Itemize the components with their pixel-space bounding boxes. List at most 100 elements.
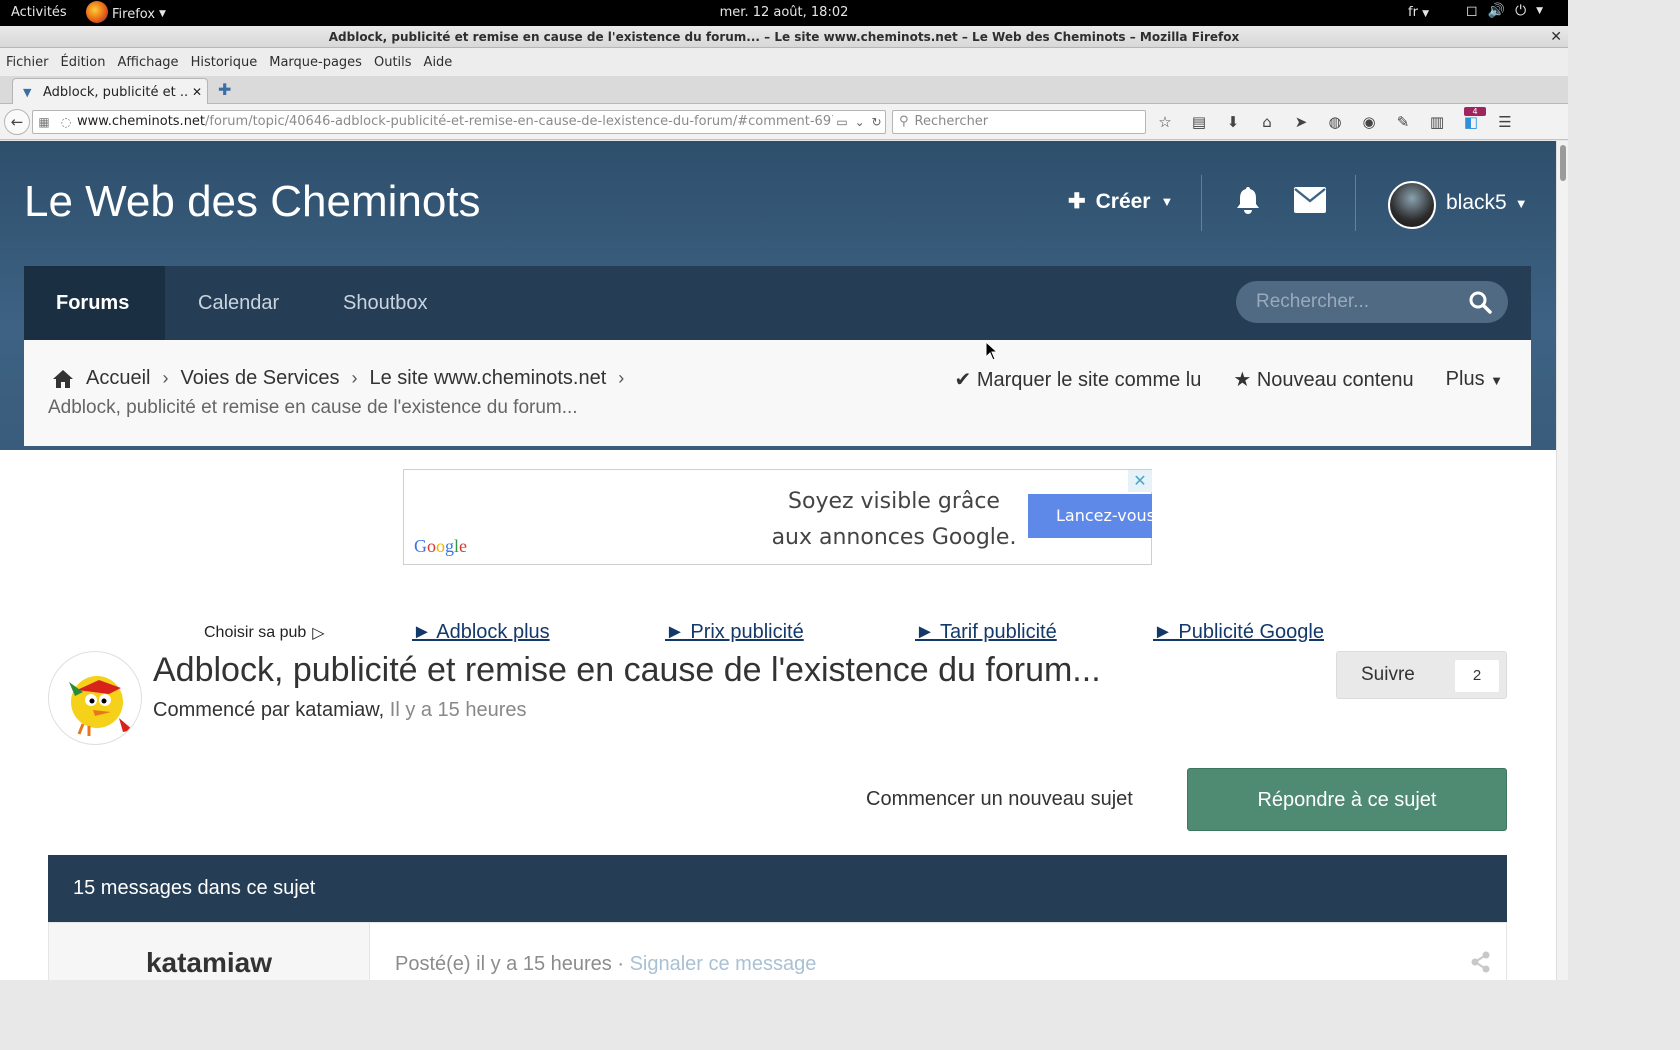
window-icon: ◻	[1466, 3, 1478, 19]
topic-meta: Commencé par katamiaw, Il y a 15 heures	[153, 699, 527, 722]
mail-icon[interactable]	[1294, 187, 1326, 213]
ad-link-tarif[interactable]: ► Tarif publicité	[915, 621, 1057, 644]
activities-button[interactable]: Activités	[11, 5, 67, 20]
language-indicator[interactable]: fr ▼	[1408, 5, 1429, 20]
window-titlebar: Adblock, publicité et remise en cause de…	[0, 26, 1568, 48]
menu-tools[interactable]: Outils	[368, 55, 418, 70]
bookmark-star-icon[interactable]: ☆	[1154, 113, 1176, 131]
system-top-bar: Activités Firefox ▼ mer. 12 août, 18:02 …	[0, 0, 1568, 26]
create-button[interactable]: ✚ Créer ▼	[1068, 189, 1173, 214]
reader-icon[interactable]: ▭	[836, 111, 847, 133]
volume-icon: 🔊	[1487, 3, 1506, 19]
new-tab-button[interactable]: ✚	[218, 80, 231, 99]
google-ad[interactable]: Soyez visible grâce aux annonces Google.…	[403, 469, 1152, 565]
menu-bookmarks[interactable]: Marque-pages	[263, 55, 368, 70]
breadcrumb: Accueil › Voies de Services › Le site ww…	[24, 340, 1531, 446]
chevron-down-icon: ▼	[159, 9, 166, 19]
clock[interactable]: mer. 12 août, 18:02	[0, 5, 1568, 20]
report-link[interactable]: Signaler ce message	[630, 953, 817, 975]
create-label: Créer	[1095, 189, 1151, 213]
notification-badge: 4	[1464, 107, 1486, 116]
menu-edit[interactable]: Édition	[55, 55, 112, 70]
post-author[interactable]: katamiaw	[49, 923, 370, 980]
ad-link-prix[interactable]: ► Prix publicité	[665, 621, 804, 644]
system-tray[interactable]: ◻ 🔊 ⏻ ▼	[1466, 3, 1543, 19]
ad-link-google[interactable]: ► Publicité Google	[1153, 621, 1324, 644]
notification-icon[interactable]: ◧ 4	[1460, 107, 1486, 131]
post-meta: Posté(e) il y a 15 heures · Signaler ce …	[395, 953, 816, 976]
browser-tab[interactable]: ▼ Adblock, publicité et ... ✕	[12, 78, 208, 105]
window-close-icon[interactable]: ✕	[1550, 26, 1562, 48]
post: katamiaw Posté(e) il y a 15 heures · Sig…	[48, 922, 1507, 980]
app-menu[interactable]: Firefox ▼	[86, 1, 166, 23]
breadcrumb-current: Adblock, publicité et remise en cause de…	[48, 397, 578, 418]
dropdown-icon[interactable]: ⌄	[855, 111, 865, 133]
search-icon[interactable]	[1468, 290, 1492, 314]
username: black5	[1446, 191, 1507, 214]
bird-avatar-icon	[69, 676, 133, 736]
site-search-input[interactable]: Rechercher...	[1236, 281, 1508, 323]
breadcrumb-home[interactable]: Accueil	[86, 367, 150, 390]
chat-icon[interactable]: ◉	[1358, 113, 1380, 131]
breadcrumb-site[interactable]: Le site www.cheminots.net	[369, 367, 606, 390]
search-placeholder: Rechercher	[914, 114, 989, 129]
new-content-button[interactable]: ★ Nouveau contenu	[1233, 367, 1413, 392]
menu-view[interactable]: Affichage	[111, 55, 184, 70]
topic-author[interactable]: Commencé par katamiaw,	[153, 699, 384, 721]
topic-time: Il y a 15 heures	[389, 699, 527, 721]
url-actions: ▭ ⌄ ↻	[833, 111, 885, 133]
page-scrollbar[interactable]	[1556, 141, 1568, 980]
mark-read-button[interactable]: ✔ Marquer le site comme lu	[955, 367, 1202, 392]
toolbar-icons: ☆ ▤ ⬇ ⌂ ➤ ◍ ◉ ✎ ▥ ◧ 4 ☰	[1154, 107, 1516, 131]
follow-label: Suivre	[1361, 664, 1415, 685]
ad-close-icon[interactable]: ✕	[1128, 470, 1152, 492]
url-text[interactable]: www.cheminots.net/forum/topic/40646-adbl…	[77, 111, 833, 133]
user-avatar[interactable]	[1388, 181, 1436, 229]
author-avatar[interactable]	[48, 651, 142, 745]
scrollbar-thumb[interactable]	[1560, 145, 1566, 181]
identity-icon[interactable]: ▦	[33, 111, 55, 133]
tab-shoutbox[interactable]: Shoutbox	[343, 266, 428, 340]
ad-line-1: Soyez visible grâce	[788, 489, 1000, 514]
send-icon[interactable]: ➤	[1290, 113, 1312, 131]
menu-bar: Fichier Édition Affichage Historique Mar…	[0, 48, 1568, 76]
menu-help[interactable]: Aide	[418, 55, 459, 70]
tab-calendar[interactable]: Calendar	[198, 266, 279, 340]
new-topic-button[interactable]: Commencer un nouveau sujet	[866, 788, 1133, 811]
site-favicon: ▼	[23, 86, 32, 99]
tab-title: Adblock, publicité et ...	[43, 84, 187, 100]
extension-icon[interactable]: ✎	[1392, 113, 1414, 131]
language-label: fr	[1408, 5, 1418, 20]
tab-bar: ▼ Adblock, publicité et ... ✕ ✚	[0, 76, 1568, 105]
ad-link-adblock[interactable]: ► Adblock plus	[412, 621, 550, 644]
clipboard-icon[interactable]: ▥	[1426, 113, 1448, 131]
choose-ad-link[interactable]: Choisir sa pub ▷	[204, 623, 325, 643]
breadcrumb-trail: Accueil › Voies de Services › Le site ww…	[52, 367, 624, 390]
menu-file[interactable]: Fichier	[0, 55, 55, 70]
tab-forums[interactable]: Forums	[24, 266, 165, 340]
user-menu[interactable]: black5 ▼	[1446, 191, 1528, 215]
tab-close-icon[interactable]: ✕	[187, 85, 207, 99]
caret-down-icon: ▼	[1514, 195, 1528, 211]
firefox-icon	[86, 1, 108, 23]
globe-icon: ◌	[60, 115, 72, 129]
adblock-icon[interactable]: ◍	[1324, 113, 1346, 131]
browser-search-bar[interactable]: ⚲ Rechercher	[892, 110, 1146, 134]
site-title[interactable]: Le Web des Cheminots	[24, 177, 481, 227]
menu-history[interactable]: Historique	[185, 55, 264, 70]
follow-button[interactable]: Suivre 2	[1336, 651, 1507, 699]
web-page: Le Web des Cheminots ✚ Créer ▼ black5 ▼ …	[0, 141, 1568, 980]
download-icon[interactable]: ⬇	[1222, 113, 1244, 131]
ad-cta-button[interactable]: Lancez-vous	[1028, 494, 1152, 538]
reply-button[interactable]: Répondre à ce sujet	[1187, 768, 1507, 831]
breadcrumb-voies[interactable]: Voies de Services	[180, 367, 339, 390]
reload-icon[interactable]: ↻	[872, 111, 882, 133]
share-icon[interactable]	[1471, 951, 1491, 973]
more-button[interactable]: Plus ▼	[1446, 368, 1503, 391]
reading-list-icon[interactable]: ▤	[1188, 113, 1210, 131]
bell-icon[interactable]	[1232, 185, 1264, 215]
back-button[interactable]: ←	[4, 109, 30, 135]
url-bar[interactable]: ▦ ◌ www.cheminots.net/forum/topic/40646-…	[32, 110, 886, 134]
home-icon[interactable]: ⌂	[1256, 113, 1278, 131]
hamburger-menu-icon[interactable]: ☰	[1494, 113, 1516, 131]
